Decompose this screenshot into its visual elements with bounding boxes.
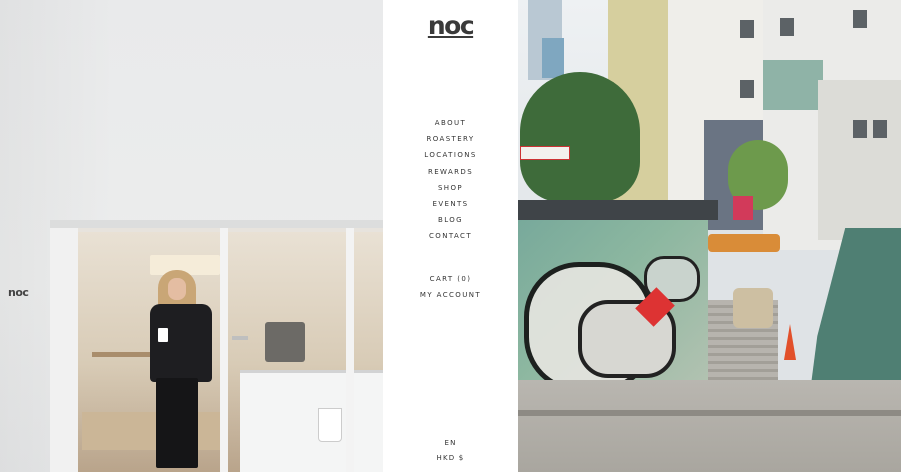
wall-logo: noc	[8, 286, 29, 299]
red-shop-sign	[733, 196, 753, 220]
right-building-lower	[818, 80, 901, 240]
window	[740, 80, 754, 98]
counter-cup	[318, 408, 342, 442]
distant-tower-glass	[542, 38, 564, 78]
my-account-item: MY ACCOUNT	[383, 282, 518, 299]
nav-link-contact[interactable]: CONTACT	[429, 232, 472, 240]
main-nav: ABOUT ROASTERY LOCATIONS REWARDS SHOP EV…	[383, 110, 518, 240]
nav-item-blog: BLOG	[383, 207, 518, 224]
street-sign	[520, 146, 570, 160]
storefront-photo: noc	[0, 0, 383, 472]
street-photo	[518, 0, 901, 472]
window	[780, 18, 794, 36]
rubbish-pile	[733, 288, 773, 328]
door-frame-right	[346, 228, 354, 472]
nav-item-events: EVENTS	[383, 191, 518, 208]
brand-logo[interactable]: noc	[383, 11, 518, 40]
interior-shelf	[92, 352, 152, 357]
shop-counter	[240, 370, 383, 472]
street-ground	[518, 380, 901, 472]
nav-item-locations: LOCATIONS	[383, 142, 518, 159]
language-item: EN	[383, 430, 518, 447]
window	[873, 120, 887, 138]
person-body	[150, 304, 212, 382]
door-frame-left	[220, 228, 228, 472]
traffic-cone	[784, 324, 796, 360]
nav-item-about: ABOUT	[383, 110, 518, 127]
locale-switcher: EN HKD $	[383, 430, 518, 462]
curb	[518, 410, 901, 416]
window	[853, 10, 867, 28]
coffee-cup	[158, 328, 168, 342]
nav-item-contact: CONTACT	[383, 223, 518, 240]
person-legs	[156, 378, 198, 468]
orange-awning	[708, 234, 780, 252]
nav-item-shop: SHOP	[383, 175, 518, 192]
nav-item-rewards: REWARDS	[383, 159, 518, 176]
person-face	[168, 278, 186, 300]
nav-item-roastery: ROASTERY	[383, 126, 518, 143]
kiosk-roof	[518, 200, 718, 220]
interior-bench	[82, 412, 222, 450]
tree	[520, 72, 640, 202]
side-panel	[50, 228, 78, 472]
menu-panel: noc ABOUT ROASTERY LOCATIONS REWARDS SHO…	[383, 0, 518, 472]
window	[853, 120, 867, 138]
espresso-machine	[265, 322, 305, 362]
currency-item: HKD $	[383, 445, 518, 462]
green-windows	[763, 60, 823, 110]
account-nav: CART (0) MY ACCOUNT	[383, 266, 518, 299]
cart-item: CART (0)	[383, 266, 518, 283]
currency-link[interactable]: HKD $	[437, 454, 465, 462]
my-account-link[interactable]: MY ACCOUNT	[420, 291, 481, 299]
window	[740, 20, 754, 38]
door-handle	[232, 336, 248, 340]
